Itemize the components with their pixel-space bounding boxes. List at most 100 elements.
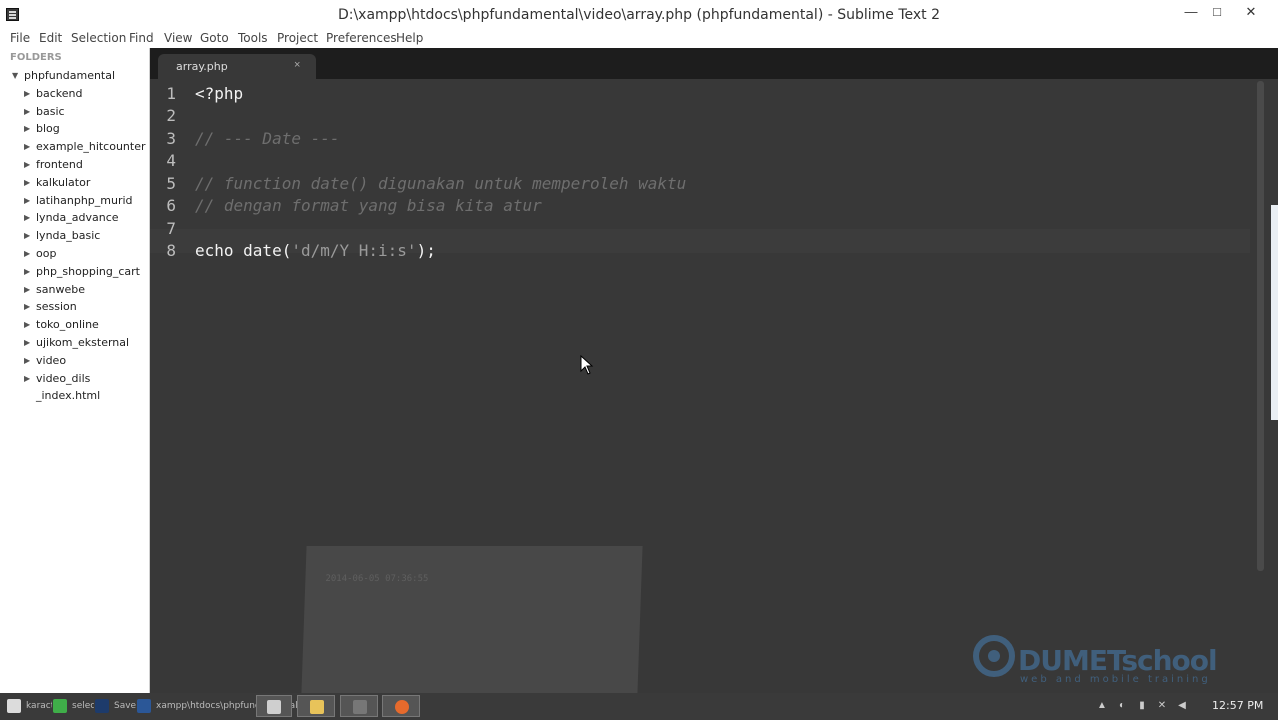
triangle-right-icon[interactable]: ▶ (24, 178, 36, 187)
sidebar-item-label: latihanphp_murid (36, 194, 133, 207)
sidebar-item-latihanphp-murid[interactable]: ▶ latihanphp_murid (24, 194, 133, 207)
tree-root-folder[interactable]: ▼ phpfundamental (12, 69, 115, 82)
menu-selection[interactable]: Selection (71, 31, 126, 45)
sidebar-item-lynda-basic[interactable]: ▶ lynda_basic (24, 229, 100, 242)
line-number: 7 (166, 219, 176, 238)
sidebar-item-label: php_shopping_cart (36, 265, 140, 278)
sidebar-item-sanwebe[interactable]: ▶ sanwebe (24, 283, 85, 296)
title-bar: D:\xampp\htdocs\phpfundamental\video\arr… (0, 0, 1278, 30)
menu-view[interactable]: View (164, 31, 192, 45)
sidebar-item-lynda-advance[interactable]: ▶ lynda_advance (24, 211, 119, 224)
code-token-call: echo date( (195, 241, 292, 260)
folder-icon (310, 700, 324, 714)
sidebar-item-label: lynda_basic (36, 229, 101, 242)
taskbar-button[interactable]: select (50, 695, 94, 717)
sidebar-item-label: basic (36, 105, 65, 118)
network-icon[interactable]: ✕ (1156, 700, 1168, 712)
menu-help[interactable]: Help (396, 31, 423, 45)
triangle-right-icon[interactable]: ▶ (24, 142, 36, 151)
triangle-right-icon[interactable]: ▶ (24, 285, 36, 294)
triangle-right-icon[interactable]: ▶ (24, 160, 36, 169)
sidebar-item-label: kalkulator (36, 176, 91, 189)
line-number: 6 (166, 196, 176, 215)
triangle-right-icon[interactable]: ▶ (24, 320, 36, 329)
triangle-right-icon[interactable]: ▶ (24, 302, 36, 311)
taskbar-button[interactable]: Save (92, 695, 136, 717)
ghost-preview-window: 2014-06-05 07:36:55 (301, 546, 643, 693)
triangle-right-icon[interactable]: ▶ (24, 374, 36, 383)
sidebar-item-basic[interactable]: ▶ basic (24, 105, 65, 118)
taskbar-button[interactable] (297, 695, 335, 717)
triangle-right-icon[interactable]: ▶ (24, 267, 36, 276)
sidebar-item-ujikom-eksternal[interactable]: ▶ ujikom_eksternal (24, 336, 129, 349)
close-button[interactable]: ✕ (1234, 2, 1268, 24)
sidebar-item-session[interactable]: ▶ session (24, 300, 77, 313)
volume-icon[interactable]: ◀ (1176, 700, 1188, 712)
sidebar-item-kalkulator[interactable]: ▶ kalkulator (24, 176, 90, 189)
line-number: 5 (166, 174, 176, 193)
menu-preferences[interactable]: Preferences (326, 31, 397, 45)
sidebar-item-label: ujikom_eksternal (36, 336, 130, 349)
sidebar-folders: FOLDERS ▼ phpfundamental ▶ backend ▶ basic … (0, 48, 150, 693)
maximize-button[interactable]: □ (1206, 2, 1228, 24)
menu-project[interactable]: Project (277, 31, 318, 45)
code-token-string: 'd/m/Y H:i:s' (291, 241, 417, 260)
menu-edit[interactable]: Edit (39, 31, 62, 45)
tab-label: array.php (176, 60, 228, 73)
sidebar-item-label: frontend (36, 158, 83, 171)
taskbar-button[interactable]: karact (4, 695, 52, 717)
triangle-right-icon[interactable]: ▶ (24, 338, 36, 347)
tab-close-icon[interactable]: × (294, 59, 300, 71)
minimize-button[interactable]: — (1180, 2, 1202, 24)
tray-arrow-icon[interactable]: ▲ (1096, 700, 1108, 712)
firefox-icon (395, 700, 409, 714)
sidebar-item-toko-online[interactable]: ▶ toko_online (24, 318, 99, 331)
sidebar-item-label: video (36, 354, 67, 367)
sidebar-item-example-hitcounter[interactable]: ▶ example_hitcounter (24, 140, 146, 153)
triangle-right-icon[interactable]: ▶ (24, 89, 36, 98)
line-number: 8 (166, 241, 176, 260)
taskbar-button[interactable] (340, 695, 378, 717)
code-line-6: // dengan format yang bisa kita atur (195, 196, 542, 215)
sidebar-item-label: lynda_advance (36, 211, 119, 224)
taskbar-button[interactable] (382, 695, 420, 717)
sidebar-item-frontend[interactable]: ▶ frontend (24, 158, 83, 171)
word-icon (137, 699, 151, 713)
signal-icon[interactable]: ▮ (1136, 700, 1148, 712)
menu-find[interactable]: Find (129, 31, 154, 45)
menu-goto[interactable]: Goto (200, 31, 229, 45)
sidebar-item-label: session (36, 300, 77, 313)
dumet-logo-icon (973, 635, 1015, 677)
taskbar-button[interactable] (256, 695, 292, 717)
tab-array-php[interactable]: array.php × (158, 54, 316, 79)
sidebar-item-backend[interactable]: ▶ backend (24, 87, 82, 100)
mouse-cursor-icon (580, 355, 594, 375)
line-number: 2 (166, 106, 176, 125)
watermark-title: DUMETschool (1018, 644, 1218, 677)
triangle-right-icon[interactable]: ▶ (24, 107, 36, 116)
triangle-down-icon[interactable]: ▼ (12, 71, 24, 80)
sidebar-item-video[interactable]: ▶ video (24, 354, 66, 367)
tray-icon[interactable]: ◐ (1116, 700, 1128, 712)
sidebar-item-blog[interactable]: ▶ blog (24, 122, 60, 135)
app-icon (353, 700, 367, 714)
folders-header: FOLDERS (10, 52, 62, 63)
triangle-right-icon[interactable]: ▶ (24, 249, 36, 258)
dumet-school-watermark: DUMETschool web and mobile training (970, 630, 1230, 688)
vertical-scrollbar[interactable] (1257, 81, 1264, 571)
line-number: 3 (166, 129, 176, 148)
sidebar-item-video-dils[interactable]: ▶ video_dils (24, 372, 90, 385)
triangle-right-icon[interactable]: ▶ (24, 231, 36, 240)
menu-file[interactable]: File (10, 31, 30, 45)
line-number: 4 (166, 151, 176, 170)
menu-tools[interactable]: Tools (238, 31, 268, 45)
triangle-right-icon[interactable]: ▶ (24, 213, 36, 222)
taskbar-clock[interactable]: 12:57 PM (1212, 699, 1263, 712)
sidebar-item-oop[interactable]: ▶ oop (24, 247, 56, 260)
triangle-right-icon[interactable]: ▶ (24, 124, 36, 133)
triangle-right-icon[interactable]: ▶ (24, 356, 36, 365)
sidebar-item-index-html[interactable]: _index.html (24, 389, 100, 402)
sidebar-item-php-shopping-cart[interactable]: ▶ php_shopping_cart (24, 265, 140, 278)
photoshop-icon (95, 699, 109, 713)
triangle-right-icon[interactable]: ▶ (24, 196, 36, 205)
